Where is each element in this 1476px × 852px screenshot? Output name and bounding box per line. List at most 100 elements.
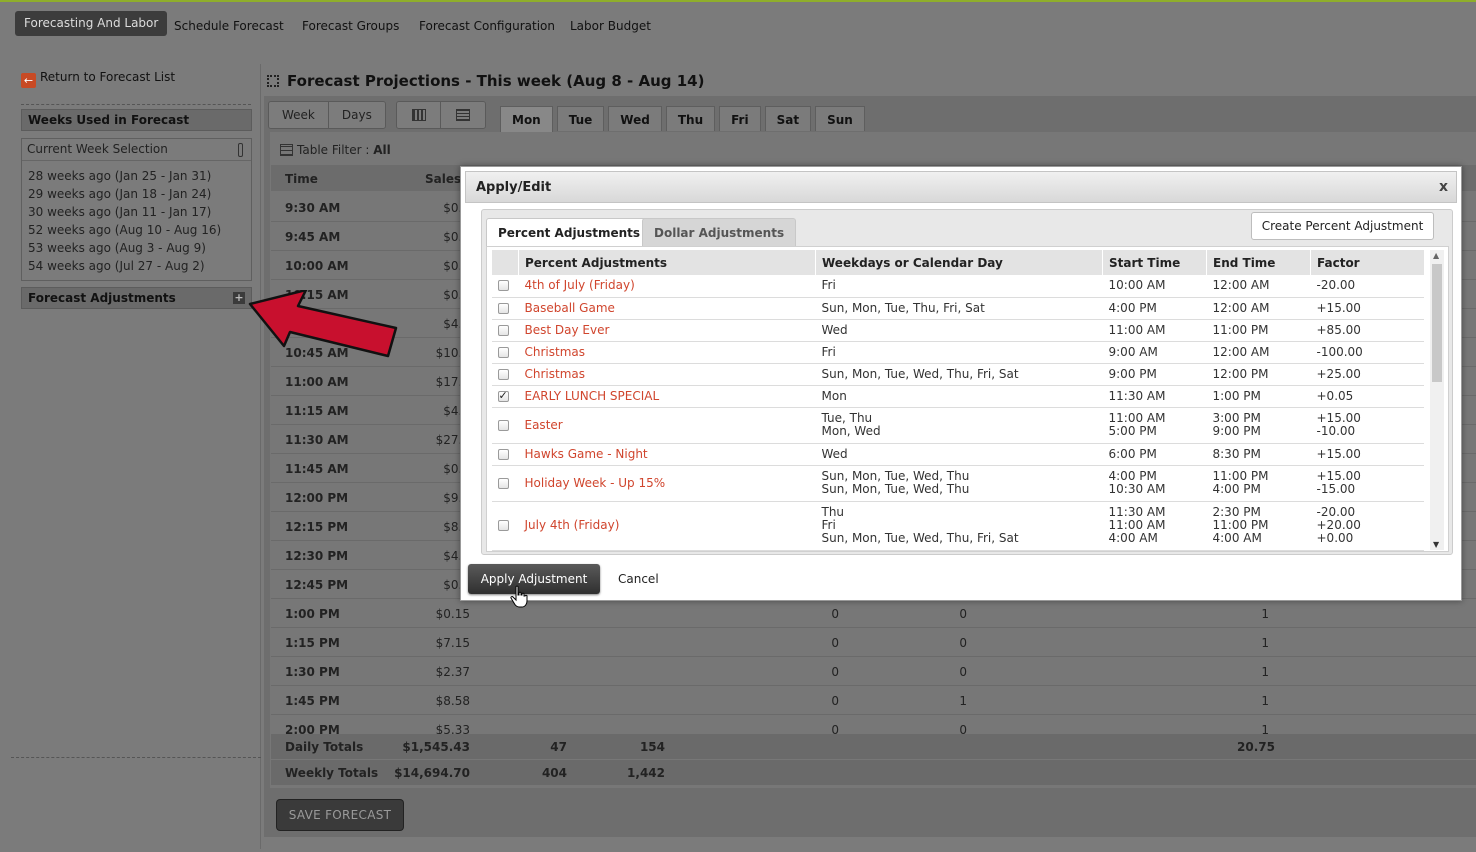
adjustment-checkbox[interactable] <box>497 419 509 431</box>
adjustment-row[interactable]: Christmas Fri 9:00 AM 12:00 AM -100.00 <box>491 341 1424 364</box>
tab-fri[interactable]: Fri <box>719 106 761 131</box>
adjustment-factor-cell: +0.05 <box>1310 385 1424 408</box>
adjustment-name-link[interactable]: Christmas <box>518 363 816 386</box>
tab-percent-adjustments[interactable]: Percent Adjustments <box>486 218 653 248</box>
checkbox-cell <box>491 550 519 551</box>
adjustment-checkbox[interactable] <box>497 448 509 460</box>
tab-thu[interactable]: Thu <box>665 106 716 131</box>
add-adjustment-icon[interactable]: + <box>233 292 245 304</box>
adjustment-row[interactable]: Keith's Specific Custom AdjustmentMon, T… <box>491 550 1424 551</box>
table-filter[interactable]: Table Filter : All <box>280 143 391 157</box>
adjustment-checkbox[interactable] <box>497 302 509 314</box>
expand-icon[interactable] <box>267 75 279 87</box>
adjustment-row[interactable]: EARLY LUNCH SPECIAL Mon 11:30 AM 1:00 PM +0.… <box>491 385 1424 408</box>
nav-forecast-groups[interactable]: Forecast Groups <box>302 19 399 33</box>
adjustment-end-cell: 3:00 PM 9:00 PM <box>1206 407 1311 444</box>
tab-wed[interactable]: Wed <box>608 106 662 131</box>
week-item[interactable]: 53 weeks ago (Aug 3 - Aug 9) <box>28 239 251 257</box>
nav-forecast-configuration[interactable]: Forecast Configuration <box>419 19 555 33</box>
create-percent-adjustment-button[interactable]: Create Percent Adjustment <box>1251 212 1434 240</box>
scroll-thumb[interactable] <box>1432 264 1442 382</box>
adjustment-row[interactable]: July 4th (Friday) Thu Fri Sun, Mon, Tue, We… <box>491 501 1424 551</box>
table-row: 1:30 PM $2.37 0 0 1 <box>271 657 1476 686</box>
row-c3: 0 <box>831 636 839 650</box>
col-time: Time <box>285 172 318 186</box>
adjustment-checkbox[interactable] <box>497 368 509 380</box>
adjustment-name-link[interactable]: July 4th (Friday) <box>518 501 816 551</box>
adjustment-name-link[interactable]: 4th of July (Friday) <box>518 275 816 298</box>
nav-schedule-forecast[interactable]: Schedule Forecast <box>174 19 284 33</box>
adjustment-name-link[interactable]: Easter <box>518 407 816 444</box>
adjustment-checkbox[interactable] <box>497 389 509 402</box>
adjustment-days-cell: Fri <box>815 275 1103 298</box>
chart-view-button[interactable] <box>397 102 441 128</box>
adjustment-name-link[interactable]: EARLY LUNCH SPECIAL <box>518 385 816 408</box>
week-item[interactable]: 28 weeks ago (Jan 25 - Jan 31) <box>28 167 251 185</box>
week-item[interactable]: 52 weeks ago (Aug 10 - Aug 16) <box>28 221 251 239</box>
adjustment-name-link[interactable]: Hawks Game - Night <box>518 443 816 466</box>
table-row: 1:15 PM $7.15 0 0 1 <box>271 628 1476 657</box>
row-sales: $0.0 <box>443 259 470 273</box>
scroll-up-icon[interactable]: ▲ <box>1433 251 1439 260</box>
adjustment-checkbox[interactable] <box>497 520 509 531</box>
adjustment-factor-cell: +15.00 <box>1310 297 1424 320</box>
nav-labor-budget[interactable]: Labor Budget <box>570 19 651 33</box>
adjustment-end-cell: 12:00 AM <box>1206 275 1311 298</box>
adjustment-days-cell: Wed <box>815 319 1103 342</box>
adjustment-factor: +0.00 <box>1316 531 1354 545</box>
adjustment-name-link[interactable]: Keith's Specific Custom Adjustment <box>518 550 816 551</box>
tab-tue[interactable]: Tue <box>556 106 605 131</box>
save-forecast-button[interactable]: SAVE FORECAST <box>277 800 403 830</box>
adjustment-name-link[interactable]: Baseball Game <box>518 297 816 320</box>
sidebar: ← Return to Forecast List Weeks Used in F… <box>11 64 261 849</box>
tab-mon[interactable]: Mon <box>500 106 553 133</box>
adjustment-row[interactable]: 4th of July (Friday) Fri 10:00 AM 12:00 AM -… <box>491 275 1424 298</box>
adjustment-row[interactable]: Best Day Ever Wed 11:00 AM 11:00 PM +85.00 <box>491 319 1424 342</box>
daily-totals-c4: 154 <box>639 740 665 754</box>
close-icon[interactable]: x <box>1439 179 1448 195</box>
adjustment-factor-cell: +85.00 <box>1310 319 1424 342</box>
pencil-icon[interactable] <box>238 143 243 157</box>
adjustment-row[interactable]: Hawks Game - Night Wed 6:00 PM 8:30 PM +15.0… <box>491 443 1424 466</box>
adjustment-checkbox[interactable] <box>497 280 509 292</box>
tab-sat[interactable]: Sat <box>764 106 812 131</box>
tab-dollar-adjustments[interactable]: Dollar Adjustments <box>642 218 797 246</box>
adjustment-name-link[interactable]: Christmas <box>518 341 816 364</box>
nav-forecasting-and-labor[interactable]: Forecasting And Labor <box>15 11 168 36</box>
row-sales: $0.0 <box>443 462 470 476</box>
row-sales: $0.0 <box>443 230 470 244</box>
row-sales: $0.0 <box>443 201 470 215</box>
adjustment-end: 11:00 PM <box>1212 322 1269 337</box>
tab-sun[interactable]: Sun <box>815 106 865 131</box>
apply-adjustment-button[interactable]: Apply Adjustment <box>468 564 600 594</box>
checkbox-cell <box>491 465 519 502</box>
row-sales: $4.0 <box>443 404 470 418</box>
week-item[interactable]: 29 weeks ago (Jan 18 - Jan 24) <box>28 185 251 203</box>
row-sales: $4.0 <box>443 549 470 563</box>
adjustment-start-cell: 4:00 PM <box>1102 297 1207 320</box>
week-item[interactable]: 30 weeks ago (Jan 11 - Jan 17) <box>28 203 251 221</box>
adjustment-days-cell: Mon, Tue, Wed, Thu, Fri, Sat <box>815 550 1103 551</box>
week-item[interactable]: 54 weeks ago (Jul 27 - Aug 2) <box>28 257 251 275</box>
adjustment-name-link[interactable]: Best Day Ever <box>518 319 816 342</box>
scroll-down-icon[interactable]: ▼ <box>1433 540 1439 549</box>
top-nav: Forecasting And Labor Schedule Forecast … <box>0 0 1476 48</box>
adjustment-start-cell: 9:00 AM <box>1102 341 1207 364</box>
view-days-button[interactable]: Days <box>328 102 385 128</box>
adjustment-row[interactable]: Easter Tue, Thu Mon, Wed 11:00 AM 5:00 PM 3:0… <box>491 407 1424 444</box>
view-week-button[interactable]: Week <box>269 102 329 128</box>
adjustments-scrollbar[interactable]: ▲ ▼ <box>1430 250 1444 550</box>
adjustment-row[interactable]: Baseball Game Sun, Mon, Tue, Thu, Fri, Sa… <box>491 297 1424 320</box>
cancel-button[interactable]: Cancel <box>618 572 659 586</box>
current-week-selection[interactable]: Current Week Selection <box>22 139 251 161</box>
table-view-button[interactable] <box>441 102 485 128</box>
adjustment-row[interactable]: Christmas Sun, Mon, Tue, Wed, Thu, Fri, S… <box>491 363 1424 386</box>
adjustment-checkbox[interactable] <box>497 324 509 336</box>
return-to-forecast-list-link[interactable]: ← Return to Forecast List <box>21 70 175 88</box>
adjustment-row[interactable]: Holiday Week - Up 15% Sun, Mon, Tue, Wed,… <box>491 465 1424 502</box>
adjustment-name-link[interactable]: Holiday Week - Up 15% <box>518 465 816 502</box>
row-sales: $17.7 <box>435 375 470 389</box>
adjustment-checkbox[interactable] <box>497 346 509 358</box>
adjustment-days: Mon <box>821 388 847 403</box>
adjustment-checkbox[interactable] <box>497 477 509 489</box>
